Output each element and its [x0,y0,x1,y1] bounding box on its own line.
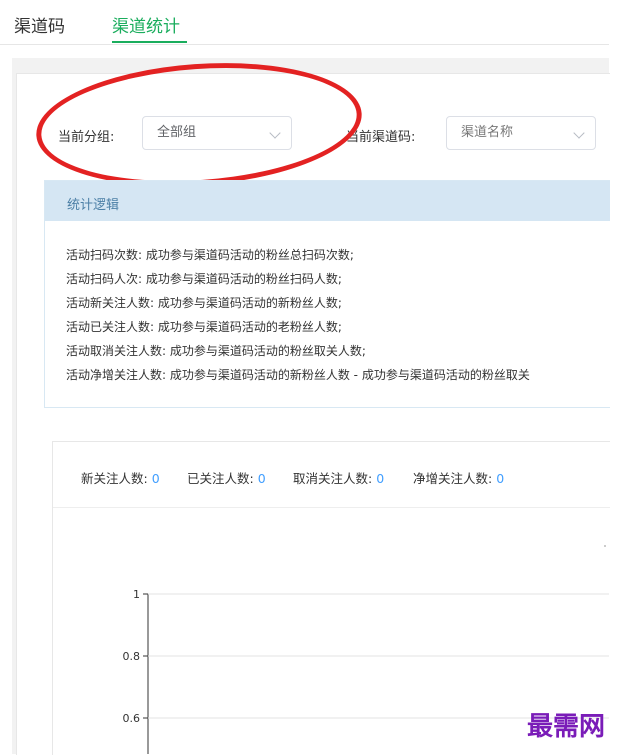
line-chart: 1 0.8 0.6 [123,545,609,754]
y-tick-label: 0.6 [123,712,141,725]
y-tick-label: 0.8 [123,650,141,663]
watermark-logo: 最需网 [527,712,606,742]
y-tick-label: 1 [133,588,140,601]
